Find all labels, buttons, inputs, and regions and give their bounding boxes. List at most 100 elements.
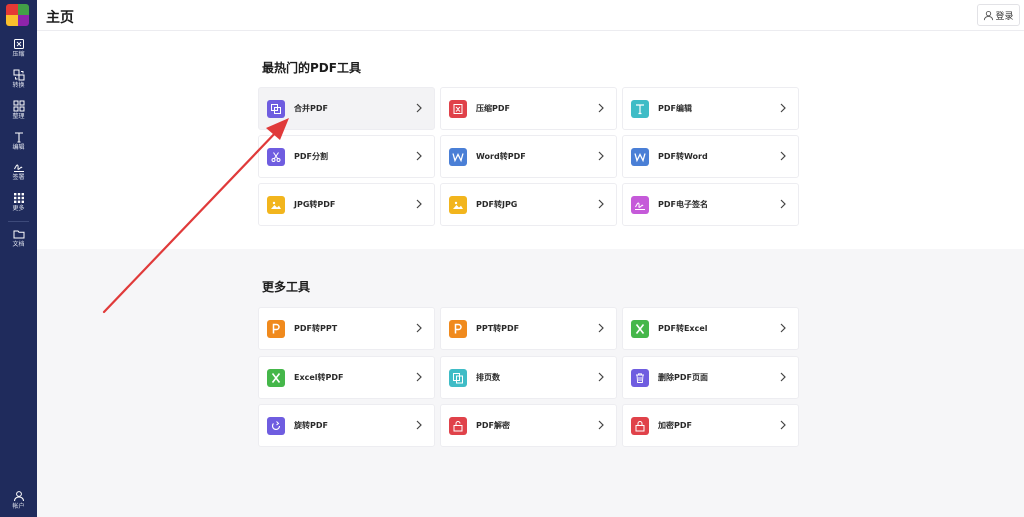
tool-name: 排页数 bbox=[476, 373, 500, 382]
sidebar-item-label: 编辑 bbox=[12, 144, 25, 151]
account-icon bbox=[13, 491, 24, 502]
section-title: 最热门的PDF工具 bbox=[262, 61, 361, 75]
edit-text-icon bbox=[14, 132, 23, 143]
compress-icon bbox=[449, 99, 467, 118]
tool-name: PDF转JPG bbox=[476, 200, 518, 209]
hot-tools-section: 最热门的PDF工具 合并PDF 压缩PDF PDF编辑 PDF分割 Word转P… bbox=[37, 31, 1024, 249]
tool-name: 删除PDF页面 bbox=[658, 373, 708, 382]
tool-name: Word转PDF bbox=[476, 152, 526, 161]
chevron-right-icon bbox=[598, 103, 604, 113]
folder-icon bbox=[13, 230, 24, 239]
tool-card-jpg-to-pdf[interactable]: JPG转PDF bbox=[258, 183, 435, 226]
compress-icon bbox=[13, 39, 24, 49]
signature-icon bbox=[631, 195, 649, 214]
excel-icon bbox=[631, 319, 649, 338]
tool-card-pdf-to-ppt[interactable]: PDF转PPT bbox=[258, 307, 435, 350]
chevron-right-icon bbox=[598, 420, 604, 430]
tool-card-pdf-edit[interactable]: PDF编辑 bbox=[622, 87, 799, 130]
chevron-right-icon bbox=[780, 103, 786, 113]
sidebar-item-label: 更多 bbox=[12, 205, 25, 212]
sidebar-item-label: 压缩 bbox=[12, 51, 25, 58]
top-header: 主页 登录 bbox=[37, 0, 1024, 31]
tool-card-pdf-esign[interactable]: PDF电子签名 bbox=[622, 183, 799, 226]
tool-card-split-pdf[interactable]: PDF分割 bbox=[258, 135, 435, 178]
word-icon bbox=[631, 147, 649, 166]
organize-icon bbox=[13, 100, 24, 112]
tool-card-merge-pdf[interactable]: 合并PDF bbox=[258, 87, 435, 130]
chevron-right-icon bbox=[780, 323, 786, 333]
sidebar-item-label: 整理 bbox=[12, 113, 25, 120]
chevron-right-icon bbox=[416, 103, 422, 113]
tool-card-rotate-pdf[interactable]: 旋转PDF bbox=[258, 404, 435, 447]
chevron-right-icon bbox=[598, 151, 604, 161]
chevron-right-icon bbox=[598, 199, 604, 209]
unlock-icon bbox=[449, 416, 467, 435]
tool-name: PDF分割 bbox=[294, 152, 328, 161]
sidebar-item-compress[interactable]: 压缩 bbox=[0, 38, 37, 64]
text-edit-icon bbox=[631, 99, 649, 118]
sign-icon bbox=[13, 164, 24, 172]
more-grid-icon bbox=[13, 193, 24, 203]
page-number-icon bbox=[449, 368, 467, 387]
tool-name: PDF电子签名 bbox=[658, 200, 708, 209]
sidebar-item-sign[interactable]: 签署 bbox=[0, 161, 37, 187]
tool-name: 旋转PDF bbox=[294, 421, 328, 430]
lock-icon bbox=[631, 416, 649, 435]
tool-card-pdf-to-excel[interactable]: PDF转Excel bbox=[622, 307, 799, 350]
login-label: 登录 bbox=[995, 11, 1014, 22]
chevron-right-icon bbox=[780, 199, 786, 209]
word-icon bbox=[449, 147, 467, 166]
sidebar-item-documents[interactable]: 文档 bbox=[0, 228, 37, 254]
tool-card-excel-to-pdf[interactable]: Excel转PDF bbox=[258, 356, 435, 399]
chevron-right-icon bbox=[416, 420, 422, 430]
tool-card-ppt-to-pdf[interactable]: PPT转PDF bbox=[440, 307, 617, 350]
tool-name: PPT转PDF bbox=[476, 324, 520, 333]
sidebar-item-label: 签署 bbox=[12, 174, 25, 181]
tool-card-pdf-to-word[interactable]: PDF转Word bbox=[622, 135, 799, 178]
sidebar-item-label: 帐户 bbox=[12, 503, 25, 510]
tool-name: JPG转PDF bbox=[294, 200, 336, 209]
sidebar-item-account[interactable]: 帐户 bbox=[0, 490, 37, 516]
tool-card-page-numbers[interactable]: 排页数 bbox=[440, 356, 617, 399]
sidebar-divider bbox=[8, 221, 29, 222]
tool-card-encrypt-pdf[interactable]: 加密PDF bbox=[622, 404, 799, 447]
tool-card-word-to-pdf[interactable]: Word转PDF bbox=[440, 135, 617, 178]
sidebar-item-more[interactable]: 更多 bbox=[0, 192, 37, 218]
chevron-right-icon bbox=[416, 323, 422, 333]
chevron-right-icon bbox=[598, 323, 604, 333]
ppt-icon bbox=[449, 319, 467, 338]
trash-icon bbox=[631, 368, 649, 387]
convert-icon bbox=[13, 69, 24, 81]
chevron-right-icon bbox=[780, 151, 786, 161]
chevron-right-icon bbox=[416, 151, 422, 161]
sidebar-item-label: 文档 bbox=[12, 241, 25, 248]
tool-card-delete-pages[interactable]: 删除PDF页面 bbox=[622, 356, 799, 399]
image-icon bbox=[449, 195, 467, 214]
user-icon bbox=[984, 10, 994, 20]
tool-name: PDF转Excel bbox=[658, 324, 708, 333]
tool-name: 压缩PDF bbox=[476, 104, 510, 113]
tool-name: 加密PDF bbox=[658, 421, 692, 430]
chevron-right-icon bbox=[416, 199, 422, 209]
app-logo[interactable] bbox=[6, 4, 29, 26]
tool-name: PDF转PPT bbox=[294, 324, 338, 333]
tool-name: 合并PDF bbox=[294, 104, 328, 113]
scissors-icon bbox=[267, 147, 285, 166]
tool-card-compress-pdf[interactable]: 压缩PDF bbox=[440, 87, 617, 130]
sidebar-item-label: 转换 bbox=[12, 82, 25, 89]
login-button[interactable]: 登录 bbox=[977, 4, 1020, 26]
sidebar-item-edit[interactable]: 编辑 bbox=[0, 131, 37, 157]
tool-name: PDF转Word bbox=[658, 152, 708, 161]
chevron-right-icon bbox=[416, 372, 422, 382]
more-tools-section: 更多工具 PDF转PPT PPT转PDF PDF转Excel Excel转PDF… bbox=[37, 249, 1024, 517]
image-icon bbox=[267, 195, 285, 214]
section-title: 更多工具 bbox=[262, 280, 311, 294]
page-title: 主页 bbox=[46, 10, 74, 26]
sidebar-item-organize[interactable]: 整理 bbox=[0, 100, 37, 126]
excel-icon bbox=[267, 368, 285, 387]
tool-name: PDF编辑 bbox=[658, 104, 692, 113]
sidebar-item-convert[interactable]: 转换 bbox=[0, 69, 37, 95]
tool-card-decrypt-pdf[interactable]: PDF解密 bbox=[440, 404, 617, 447]
tool-card-pdf-to-jpg[interactable]: PDF转JPG bbox=[440, 183, 617, 226]
chevron-right-icon bbox=[780, 372, 786, 382]
